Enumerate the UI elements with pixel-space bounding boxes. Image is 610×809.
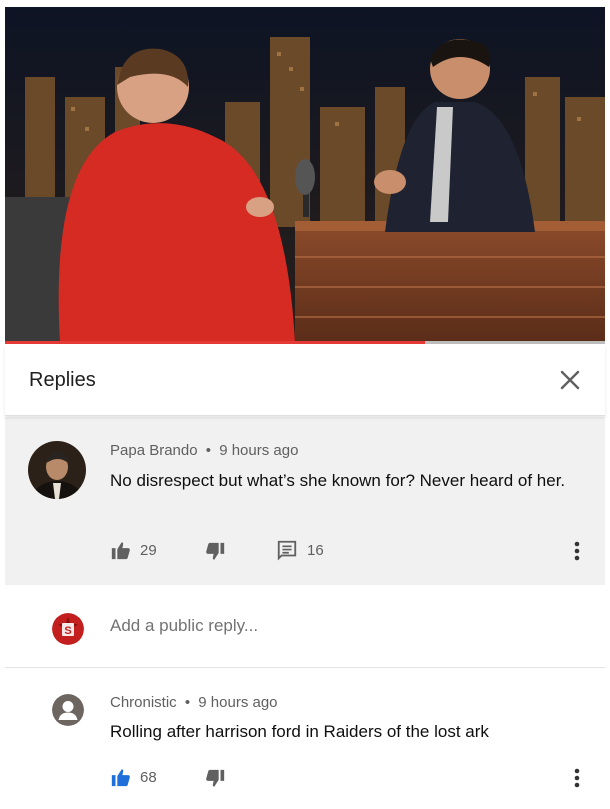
- channel-avatar-icon: S: [52, 613, 84, 645]
- comment-icon: [277, 540, 297, 561]
- comment-time[interactable]: 9 hours ago: [198, 694, 277, 711]
- comment-author[interactable]: Chronistic: [110, 694, 177, 711]
- comment-author[interactable]: Papa Brando: [110, 442, 198, 459]
- replies-title: Replies: [29, 369, 96, 391]
- add-reply-row: S Add a public reply...: [5, 586, 605, 668]
- comment-time[interactable]: 9 hours ago: [219, 442, 298, 459]
- thumbs-up-icon: [111, 542, 130, 560]
- reply-input[interactable]: Add a public reply...: [110, 616, 258, 636]
- meta-separator: •: [184, 694, 191, 711]
- replies-count-button[interactable]: 16: [276, 539, 324, 561]
- close-icon[interactable]: [555, 365, 585, 395]
- thumbs-up-icon: [111, 769, 130, 787]
- thumbs-down-icon: [206, 542, 225, 560]
- like-count: 68: [140, 768, 157, 786]
- dislike-button[interactable]: [204, 768, 226, 790]
- default-avatar-icon: [52, 694, 84, 726]
- more-vert-icon[interactable]: [571, 539, 583, 563]
- comment-text: No disrespect but what’s she known for? …: [110, 471, 566, 490]
- video-player[interactable]: [5, 7, 605, 343]
- comment-text: Rolling after harrison ford in Raiders o…: [110, 722, 489, 741]
- reply-count: 16: [307, 541, 324, 559]
- video-frame-image: [5, 7, 605, 343]
- reply-comment: Chronistic • 9 hours ago Rolling after h…: [5, 669, 605, 809]
- like-button[interactable]: 68: [110, 766, 157, 788]
- meta-separator: •: [205, 442, 212, 459]
- svg-text:S: S: [64, 625, 71, 637]
- video-progress-fill: [5, 341, 425, 344]
- commenter-avatar[interactable]: [28, 441, 86, 499]
- replies-header: Replies: [5, 345, 605, 416]
- avatar-image: [28, 441, 86, 499]
- parent-comment: Papa Brando • 9 hours ago No disrespect …: [5, 417, 605, 585]
- reply-author-avatar[interactable]: [52, 694, 84, 726]
- video-progress-bar[interactable]: [5, 341, 605, 344]
- more-vert-icon[interactable]: [571, 766, 583, 790]
- thumbs-down-icon: [206, 769, 225, 787]
- like-count: 29: [140, 541, 157, 559]
- like-button[interactable]: 29: [110, 539, 157, 561]
- comment-meta: Papa Brando • 9 hours ago: [110, 442, 298, 459]
- comment-meta: Chronistic • 9 hours ago: [110, 694, 278, 711]
- dislike-button[interactable]: [204, 541, 226, 563]
- user-avatar[interactable]: S: [52, 613, 84, 645]
